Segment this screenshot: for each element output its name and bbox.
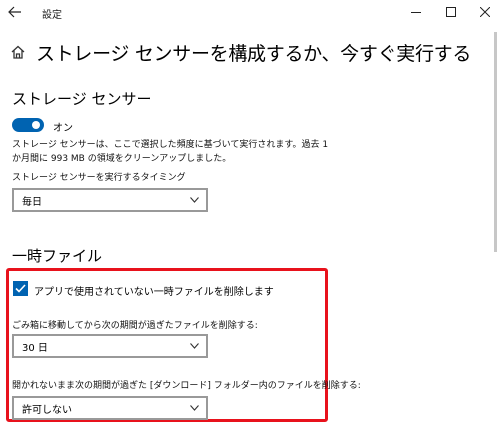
schedule-dropdown[interactable]: 毎日: [12, 188, 208, 212]
storage-sense-toggle[interactable]: [12, 118, 44, 132]
downloads-label: 開かれないまま次の期間が過ぎた [ダウンロード] フォルダー内のファイルを削除す…: [12, 381, 361, 391]
schedule-label: ストレージ センサーを実行するタイミング: [12, 173, 186, 183]
chevron-down-icon: [190, 343, 199, 349]
storage-sense-heading: ストレージ センサー: [12, 90, 152, 108]
close-icon[interactable]: [470, 2, 500, 22]
maximize-icon[interactable]: [436, 2, 466, 22]
home-icon[interactable]: [10, 44, 26, 60]
page-title: ストレージ センサーを構成するか、今すぐ実行する: [36, 42, 472, 65]
delete-temp-files-label: アプリで使用されていない一時ファイルを削除します: [34, 287, 274, 298]
toggle-label: オン: [53, 123, 73, 134]
back-arrow-icon[interactable]: [4, 2, 26, 22]
schedule-value: 毎日: [22, 196, 42, 208]
title-bar: 設定: [0, 0, 500, 26]
scrollbar-thumb[interactable]: [494, 32, 497, 252]
chevron-down-icon: [190, 197, 199, 203]
recycle-bin-label: ごみ箱に移動してから次の期間が過ぎたファイルを削除する:: [12, 321, 258, 331]
window-title: 設定: [42, 10, 62, 21]
downloads-dropdown[interactable]: 許可しない: [12, 396, 208, 420]
storage-sense-description: ストレージ センサーは、ここで選択した頻度に基づいて実行されます。過去 1 か月…: [12, 140, 329, 164]
recycle-bin-value: 30 日: [22, 342, 48, 354]
temp-files-heading: 一時ファイル: [12, 247, 103, 265]
chevron-down-icon: [190, 405, 199, 411]
page-header: ストレージ センサーを構成するか、今すぐ実行する: [10, 38, 471, 66]
downloads-value: 許可しない: [22, 404, 72, 416]
delete-temp-files-checkbox[interactable]: [13, 281, 28, 296]
checkmark-icon: [15, 284, 26, 293]
toggle-knob: [32, 121, 40, 129]
recycle-bin-dropdown[interactable]: 30 日: [12, 334, 208, 358]
minimize-icon[interactable]: [401, 2, 431, 22]
